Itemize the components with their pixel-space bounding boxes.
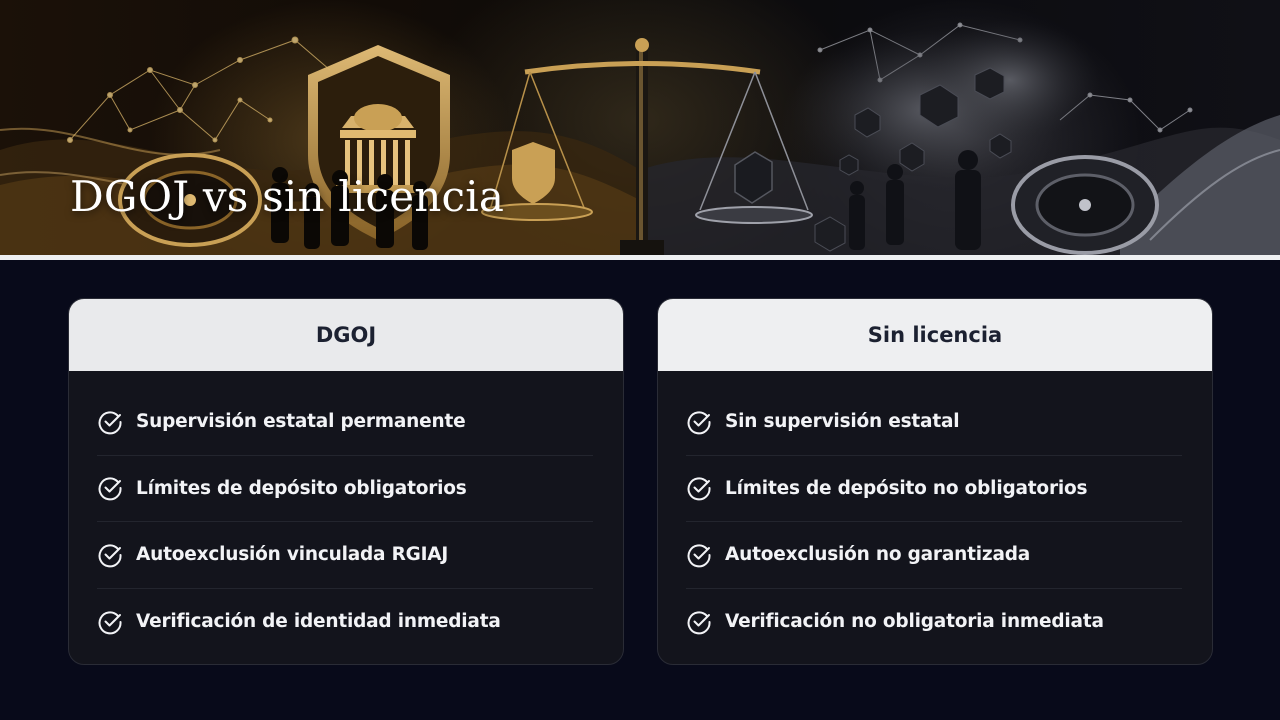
dgoj-feature-list: Supervisión estatal permanente Límites d… bbox=[69, 371, 623, 655]
list-item: Verificación no obligatoria inmediata bbox=[686, 589, 1182, 656]
hero-banner: DGOJ vs sin licencia bbox=[0, 0, 1280, 255]
page: DGOJ vs sin licencia DGOJ Supervisión es… bbox=[0, 0, 1280, 720]
list-item: Supervisión estatal permanente bbox=[97, 389, 593, 456]
list-item: Límites de depósito no obligatorios bbox=[686, 456, 1182, 522]
list-item: Sin supervisión estatal bbox=[686, 389, 1182, 456]
dgoj-card-title: DGOJ bbox=[315, 323, 377, 347]
list-item-label: Verificación no obligatoria inmediata bbox=[725, 611, 1104, 633]
list-item-label: Límites de depósito obligatorios bbox=[136, 477, 467, 499]
check-circle-icon bbox=[98, 411, 122, 435]
check-circle-icon bbox=[98, 611, 122, 635]
list-item-label: Autoexclusión vinculada RGIAJ bbox=[136, 544, 449, 566]
list-item-label: Límites de depósito no obligatorios bbox=[725, 477, 1088, 499]
list-item: Autoexclusión vinculada RGIAJ bbox=[97, 522, 593, 589]
check-circle-icon bbox=[98, 477, 122, 501]
dgoj-card-header: DGOJ bbox=[69, 299, 623, 371]
dgoj-card: DGOJ Supervisión estatal permanente Lími… bbox=[68, 298, 624, 665]
list-item: Límites de depósito obligatorios bbox=[97, 456, 593, 522]
list-item: Verificación de identidad inmediata bbox=[97, 589, 593, 656]
sin-licencia-card: Sin licencia Sin supervisión estatal Lím… bbox=[657, 298, 1213, 665]
list-item: Autoexclusión no garantizada bbox=[686, 522, 1182, 589]
check-circle-icon bbox=[687, 544, 711, 568]
hero-divider bbox=[0, 255, 1280, 260]
list-item-label: Sin supervisión estatal bbox=[725, 411, 960, 433]
sin-licencia-card-header: Sin licencia bbox=[658, 299, 1212, 371]
list-item-label: Autoexclusión no garantizada bbox=[725, 544, 1031, 566]
check-circle-icon bbox=[687, 411, 711, 435]
list-item-label: Verificación de identidad inmediata bbox=[136, 611, 501, 633]
sin-licencia-card-title: Sin licencia bbox=[867, 323, 1003, 347]
page-title: DGOJ vs sin licencia bbox=[70, 172, 505, 221]
list-item-label: Supervisión estatal permanente bbox=[136, 411, 466, 433]
check-circle-icon bbox=[687, 477, 711, 501]
check-circle-icon bbox=[687, 611, 711, 635]
check-circle-icon bbox=[98, 544, 122, 568]
sin-licencia-feature-list: Sin supervisión estatal Límites de depós… bbox=[658, 371, 1212, 655]
